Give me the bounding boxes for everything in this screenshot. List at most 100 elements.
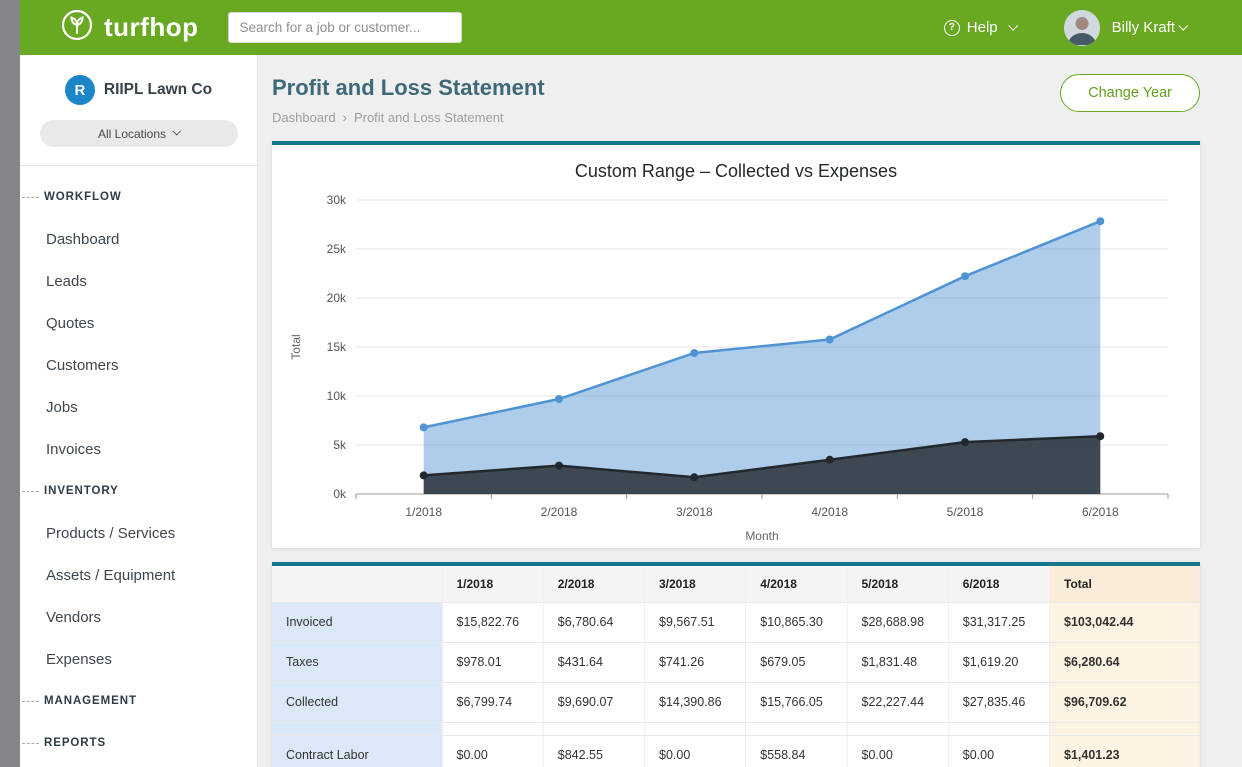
chart-title: Custom Range – Collected vs Expenses <box>280 161 1192 182</box>
total-cell: $6,280.64 <box>1050 642 1200 682</box>
value-cell: $978.01 <box>442 642 543 682</box>
chart-card: Custom Range – Collected vs Expenses 0k5… <box>272 141 1200 548</box>
chevron-down-icon <box>172 127 180 135</box>
sidebar-item-vendors[interactable]: Vendors <box>20 596 257 638</box>
value-cell: $28,688.98 <box>847 602 948 642</box>
table-spacer-row <box>272 722 1200 735</box>
value-cell: $842.55 <box>543 735 644 767</box>
sidebar-item-dashboard[interactable]: Dashboard <box>20 218 257 260</box>
svg-text:4/2018: 4/2018 <box>811 505 848 519</box>
sidebar-item-jobs[interactable]: Jobs <box>20 386 257 428</box>
avatar[interactable] <box>1064 10 1100 46</box>
svg-text:1/2018: 1/2018 <box>405 505 442 519</box>
user-menu[interactable]: Billy Kraft <box>1112 19 1175 36</box>
value-cell: $6,780.64 <box>543 602 644 642</box>
table-row-contract-labor: Contract Labor$0.00$842.55$0.00$558.84$0… <box>272 735 1200 767</box>
sidebar-item-customers[interactable]: Customers <box>20 344 257 386</box>
sidebar-item-expenses[interactable]: Expenses <box>20 638 257 680</box>
column-header: 3/2018 <box>645 566 746 602</box>
svg-text:25k: 25k <box>327 242 347 256</box>
total-cell: $96,709.62 <box>1050 682 1200 722</box>
svg-text:5/2018: 5/2018 <box>947 505 984 519</box>
svg-text:2/2018: 2/2018 <box>541 505 578 519</box>
spacer-cell <box>272 722 442 735</box>
spacer-cell <box>847 722 948 735</box>
main-content: Profit and Loss Statement Dashboard › Pr… <box>258 55 1242 767</box>
turfhop-logo-icon <box>60 8 94 47</box>
column-header: Total <box>1050 566 1200 602</box>
value-cell: $22,227.44 <box>847 682 948 722</box>
tree-dash-icon <box>22 491 39 492</box>
brand-wordmark: turfhop <box>104 12 198 43</box>
spacer-cell <box>645 722 746 735</box>
svg-text:Total: Total <box>289 334 303 359</box>
sidebar-section-label: WORKFLOW <box>44 191 122 203</box>
value-cell: $431.64 <box>543 642 644 682</box>
total-cell: $1,401.23 <box>1050 735 1200 767</box>
sidebar-item-assets-equipment[interactable]: Assets / Equipment <box>20 554 257 596</box>
spacer-cell <box>543 722 644 735</box>
spacer-cell <box>1050 722 1200 735</box>
value-cell: $15,766.05 <box>746 682 847 722</box>
company-row: R RIIPL Lawn Co <box>36 75 241 105</box>
page-header: Profit and Loss Statement Dashboard › Pr… <box>272 55 1200 125</box>
row-label: Invoiced <box>272 602 442 642</box>
svg-text:Month: Month <box>745 529 778 543</box>
sidebar-section-workflow[interactable]: WORKFLOW <box>20 176 257 218</box>
breadcrumb-separator: › <box>336 110 354 125</box>
breadcrumb-dashboard[interactable]: Dashboard <box>272 110 336 125</box>
svg-text:20k: 20k <box>327 291 347 305</box>
help-label: Help <box>967 19 998 36</box>
svg-text:30k: 30k <box>327 193 347 207</box>
help-icon: ? <box>944 20 960 36</box>
svg-text:5k: 5k <box>333 438 347 452</box>
value-cell: $0.00 <box>847 735 948 767</box>
turfhop-logo[interactable]: turfhop <box>60 8 198 47</box>
column-header: 1/2018 <box>442 566 543 602</box>
help-menu[interactable]: ? Help <box>944 19 1016 36</box>
change-year-button[interactable]: Change Year <box>1060 74 1200 112</box>
spacer-cell <box>442 722 543 735</box>
sidebar-item-leads[interactable]: Leads <box>20 260 257 302</box>
value-cell: $6,799.74 <box>442 682 543 722</box>
row-label: Taxes <box>272 642 442 682</box>
table-row-taxes: Taxes$978.01$431.64$741.26$679.05$1,831.… <box>272 642 1200 682</box>
sidebar-item-invoices[interactable]: Invoices <box>20 428 257 470</box>
topbar: turfhop ? Help Billy Kraft <box>20 0 1242 55</box>
value-cell: $27,835.46 <box>948 682 1049 722</box>
sidebar-section-label: REPORTS <box>44 737 106 749</box>
sidebar: R RIIPL Lawn Co All Locations WORKFLOW Da… <box>20 55 258 767</box>
value-cell: $15,822.76 <box>442 602 543 642</box>
chevron-down-icon[interactable] <box>1178 20 1188 30</box>
sidebar-section-label: INVENTORY <box>44 485 119 497</box>
sidebar-item-quotes[interactable]: Quotes <box>20 302 257 344</box>
value-cell: $1,831.48 <box>847 642 948 682</box>
location-filter-dropdown[interactable]: All Locations <box>40 120 238 147</box>
sidebar-section-management[interactable]: MANAGEMENT <box>20 680 257 722</box>
svg-text:15k: 15k <box>327 340 347 354</box>
search-wrap <box>228 12 462 43</box>
search-input[interactable] <box>228 12 462 43</box>
value-cell: $0.00 <box>645 735 746 767</box>
table-row-invoiced: Invoiced$15,822.76$6,780.64$9,567.51$10,… <box>272 602 1200 642</box>
row-label: Collected <box>272 682 442 722</box>
sidebar-item-products-services[interactable]: Products / Services <box>20 512 257 554</box>
table-row-collected: Collected$6,799.74$9,690.07$14,390.86$15… <box>272 682 1200 722</box>
sidebar-head: R RIIPL Lawn Co All Locations <box>20 55 257 166</box>
sidebar-section-label: MANAGEMENT <box>44 695 137 707</box>
spacer-cell <box>746 722 847 735</box>
value-cell: $9,567.51 <box>645 602 746 642</box>
spacer-cell <box>948 722 1049 735</box>
tree-dash-icon <box>22 743 39 744</box>
sidebar-section-reports[interactable]: REPORTS <box>20 722 257 764</box>
profit-loss-table-card: 1/20182/20183/20184/20185/20186/2018Tota… <box>272 562 1200 767</box>
sidebar-section-inventory[interactable]: INVENTORY <box>20 470 257 512</box>
tree-dash-icon <box>22 701 39 702</box>
svg-text:6/2018: 6/2018 <box>1082 505 1119 519</box>
svg-text:10k: 10k <box>327 389 347 403</box>
total-cell: $103,042.44 <box>1050 602 1200 642</box>
company-name: RIIPL Lawn Co <box>104 81 212 99</box>
location-filter-label: All Locations <box>98 127 166 141</box>
value-cell: $14,390.86 <box>645 682 746 722</box>
svg-text:3/2018: 3/2018 <box>676 505 713 519</box>
